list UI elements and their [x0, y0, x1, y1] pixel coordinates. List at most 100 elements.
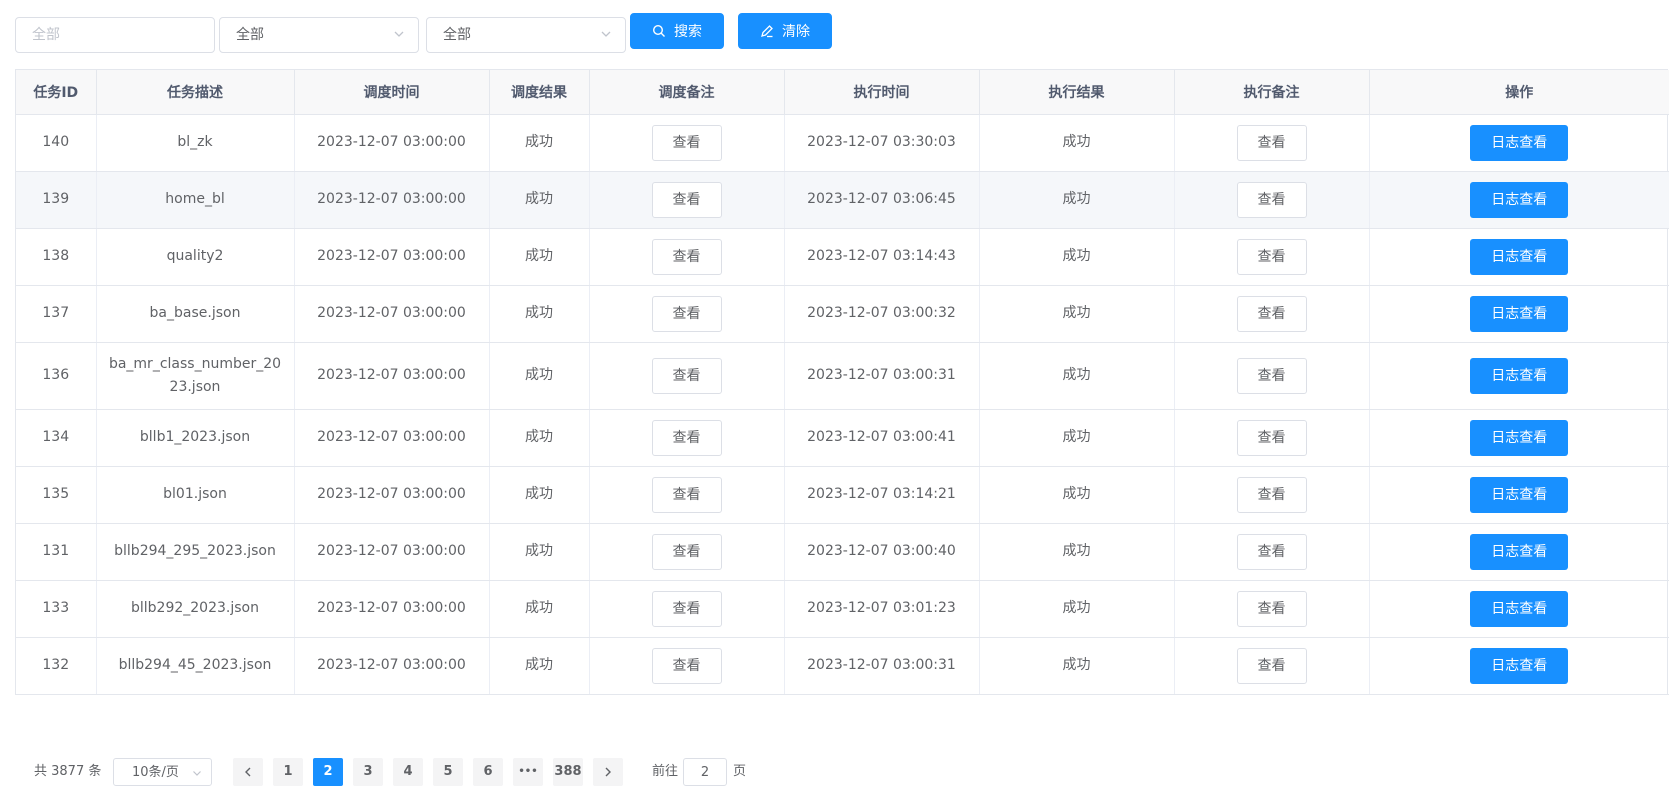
exec-result: 成功 [979, 228, 1175, 286]
header-sched-note: 调度备注 [589, 70, 785, 115]
exec-time: 2023-12-07 03:06:45 [784, 171, 980, 229]
page-3-button[interactable]: 3 [353, 758, 383, 786]
sched-note-view-button[interactable]: 查看 [651, 476, 722, 513]
exec-time: 2023-12-07 03:30:03 [784, 114, 980, 172]
task-id: 137 [16, 285, 97, 343]
task-filter-input[interactable]: 全部 [15, 17, 215, 53]
exec-note-view-button[interactable]: 查看 [1236, 533, 1307, 570]
goto-page-input[interactable]: 2 [683, 758, 727, 786]
task-desc: home_bl [96, 171, 295, 229]
actions-cell: 日志查看 [1369, 342, 1669, 410]
log-view-button[interactable]: 日志查看 [1470, 181, 1569, 218]
filter-bar: 全部 全部 全部 搜索 清除 [15, 13, 1673, 53]
exec-note-view-button[interactable]: 查看 [1236, 476, 1307, 513]
actions-cell: 日志查看 [1369, 171, 1669, 229]
exec-note-cell: 查看 [1174, 637, 1370, 695]
actions-cell: 日志查看 [1369, 285, 1669, 343]
task-desc: bl_zk [96, 114, 295, 172]
log-view-button[interactable]: 日志查看 [1470, 238, 1569, 275]
actions-cell: 日志查看 [1369, 637, 1669, 695]
task-id: 136 [16, 342, 97, 410]
log-view-button[interactable]: 日志查看 [1470, 476, 1569, 513]
exec-note-cell: 查看 [1174, 171, 1370, 229]
exec-time: 2023-12-07 03:14:43 [784, 228, 980, 286]
log-view-button[interactable]: 日志查看 [1470, 647, 1569, 684]
log-view-button[interactable]: 日志查看 [1470, 590, 1569, 627]
sched-note-cell: 查看 [589, 580, 785, 638]
task-id: 139 [16, 171, 97, 229]
header-exec-result: 执行结果 [979, 70, 1175, 115]
chevron-down-icon [601, 31, 611, 37]
filter-select-2[interactable]: 全部 [426, 17, 626, 53]
search-button-label: 搜索 [674, 24, 702, 40]
page-size-select[interactable]: 10条/页 [113, 758, 212, 786]
exec-note-view-button[interactable]: 查看 [1236, 419, 1307, 456]
exec-result: 成功 [979, 171, 1175, 229]
log-view-button[interactable]: 日志查看 [1470, 533, 1569, 570]
prev-page-button[interactable] [233, 758, 263, 786]
page-1-button[interactable]: 1 [273, 758, 303, 786]
actions-cell: 日志查看 [1369, 580, 1669, 638]
sched-note-view-button[interactable]: 查看 [651, 295, 722, 332]
exec-note-view-button[interactable]: 查看 [1236, 647, 1307, 684]
exec-note-view-button[interactable]: 查看 [1236, 124, 1307, 161]
sched-time: 2023-12-07 03:00:00 [294, 342, 490, 410]
actions-cell: 日志查看 [1369, 466, 1669, 524]
log-view-button[interactable]: 日志查看 [1470, 419, 1569, 456]
sched-note-view-button[interactable]: 查看 [651, 533, 722, 570]
exec-time: 2023-12-07 03:01:23 [784, 580, 980, 638]
page-size-value: 10条/页 [132, 765, 179, 780]
log-view-button[interactable]: 日志查看 [1470, 124, 1569, 161]
exec-note-view-button[interactable]: 查看 [1236, 357, 1307, 394]
sched-note-cell: 查看 [589, 114, 785, 172]
exec-note-view-button[interactable]: 查看 [1236, 590, 1307, 627]
sched-result: 成功 [489, 580, 590, 638]
page-5-button[interactable]: 5 [433, 758, 463, 786]
sched-time: 2023-12-07 03:00:00 [294, 523, 490, 581]
exec-note-cell: 查看 [1174, 466, 1370, 524]
filter-select-1-value: 全部 [236, 27, 264, 43]
exec-note-view-button[interactable]: 查看 [1236, 238, 1307, 275]
task-desc: bllb1_2023.json [96, 409, 295, 467]
sched-note-view-button[interactable]: 查看 [651, 419, 722, 456]
exec-result: 成功 [979, 114, 1175, 172]
exec-time: 2023-12-07 03:00:32 [784, 285, 980, 343]
sched-result: 成功 [489, 171, 590, 229]
page-4-button[interactable]: 4 [393, 758, 423, 786]
exec-time: 2023-12-07 03:14:21 [784, 466, 980, 524]
task-desc: ba_base.json [96, 285, 295, 343]
sched-time: 2023-12-07 03:00:00 [294, 171, 490, 229]
exec-time: 2023-12-07 03:00:31 [784, 342, 980, 410]
more-pages-button[interactable]: ••• [513, 758, 543, 786]
sched-note-view-button[interactable]: 查看 [651, 647, 722, 684]
log-view-button[interactable]: 日志查看 [1470, 295, 1569, 332]
table-row: 133 bllb292_2023.json 2023-12-07 03:00:0… [16, 580, 1669, 638]
sched-result: 成功 [489, 114, 590, 172]
exec-note-view-button[interactable]: 查看 [1236, 181, 1307, 218]
exec-note-cell: 查看 [1174, 523, 1370, 581]
sched-note-cell: 查看 [589, 409, 785, 467]
log-view-button[interactable]: 日志查看 [1470, 357, 1569, 394]
task-log-table: 任务ID 任务描述 调度时间 调度结果 调度备注 执行时间 执行结果 执行备注 … [15, 69, 1669, 695]
clear-button[interactable]: 清除 [738, 13, 832, 49]
sched-note-view-button[interactable]: 查看 [651, 357, 722, 394]
header-sched-time: 调度时间 [294, 70, 490, 115]
sched-note-view-button[interactable]: 查看 [651, 238, 722, 275]
sched-result: 成功 [489, 523, 590, 581]
task-desc: ba_mr_class_number_2023.json [96, 342, 295, 410]
filter-select-1[interactable]: 全部 [219, 17, 419, 53]
exec-note-cell: 查看 [1174, 342, 1370, 410]
page-6-button[interactable]: 6 [473, 758, 503, 786]
sched-note-view-button[interactable]: 查看 [651, 124, 722, 161]
sched-note-cell: 查看 [589, 466, 785, 524]
exec-note-cell: 查看 [1174, 114, 1370, 172]
task-id: 132 [16, 637, 97, 695]
page-last-button[interactable]: 388 [553, 758, 583, 786]
next-page-button[interactable] [593, 758, 623, 786]
sched-note-view-button[interactable]: 查看 [651, 181, 722, 218]
page-2-button[interactable]: 2 [313, 758, 343, 786]
exec-note-view-button[interactable]: 查看 [1236, 295, 1307, 332]
exec-time: 2023-12-07 03:00:40 [784, 523, 980, 581]
search-button[interactable]: 搜索 [630, 13, 724, 49]
sched-note-view-button[interactable]: 查看 [651, 590, 722, 627]
